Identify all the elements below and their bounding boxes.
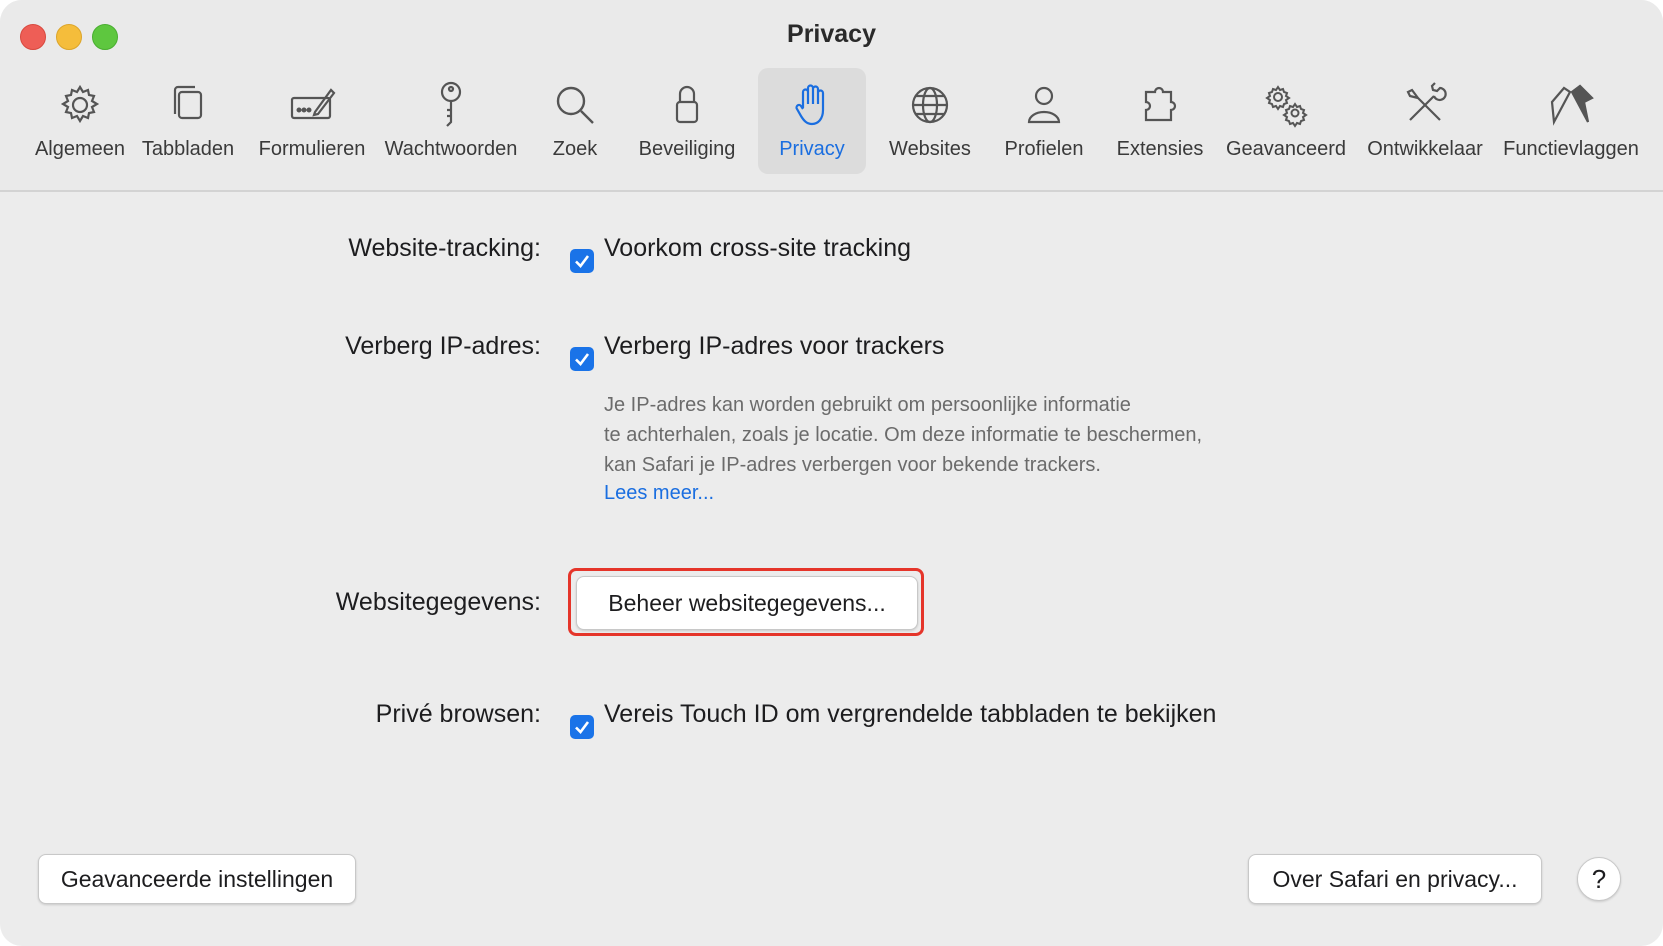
tab-label: Algemeen — [34, 138, 126, 160]
website-tracking-label: Website-tracking: — [348, 234, 541, 262]
checkmark-icon — [575, 255, 590, 268]
tab-label: Extensies — [1116, 138, 1204, 160]
flags-icon — [1544, 78, 1598, 132]
search-icon — [548, 78, 602, 132]
tab-beveiliging[interactable]: Beveiliging — [632, 68, 742, 174]
require-touch-id-checkbox[interactable] — [570, 715, 594, 739]
tab-geavanceerd[interactable]: Geavanceerd — [1226, 68, 1346, 174]
tab-label: Profielen — [1004, 138, 1084, 160]
hide-ip-checkbox[interactable] — [570, 347, 594, 371]
puzzle-icon — [1133, 78, 1187, 132]
titlebar: Privacy Algemeen Tabbladen Formulieren W… — [0, 0, 1663, 192]
tab-wachtwoorden[interactable]: Wachtwoorden — [380, 68, 522, 174]
help-button[interactable]: ? — [1577, 857, 1621, 901]
tab-algemeen[interactable]: Algemeen — [30, 68, 130, 174]
tab-ontwikkelaar[interactable]: Ontwikkelaar — [1362, 68, 1488, 174]
gear-icon — [53, 78, 107, 132]
tab-label: Functievlaggen — [1503, 138, 1639, 160]
lock-icon — [660, 78, 714, 132]
website-data-label: Websitegegevens: — [335, 588, 541, 616]
hide-ip-text: Verberg IP-adres voor trackers — [604, 332, 945, 360]
tab-label: Tabbladen — [141, 138, 235, 160]
person-icon — [1017, 78, 1071, 132]
manage-website-data-button[interactable]: Beheer websitegegevens... — [576, 576, 918, 630]
hand-icon — [785, 78, 839, 132]
description-line: kan Safari je IP-adres verbergen voor be… — [604, 454, 1101, 476]
tab-privacy[interactable]: Privacy — [758, 68, 866, 174]
window-title: Privacy — [787, 20, 876, 48]
gears-icon — [1259, 78, 1313, 132]
tab-label: Formulieren — [258, 138, 366, 160]
tab-label: Beveiliging — [638, 138, 736, 160]
hide-ip-label: Verberg IP-adres: — [345, 332, 541, 360]
settings-window: Privacy Algemeen Tabbladen Formulieren W… — [0, 0, 1663, 946]
tab-functievlaggen[interactable]: Functievlaggen — [1500, 68, 1642, 174]
key-icon — [424, 78, 478, 132]
tab-websites[interactable]: Websites — [882, 68, 978, 174]
learn-more-link[interactable]: Lees meer... — [604, 482, 714, 505]
private-browsing-label: Privé browsen: — [375, 700, 541, 728]
privacy-pane: Website-tracking: Voorkom cross-site tra… — [0, 192, 1663, 946]
hide-ip-description: Je IP-adres kan worden gebruikt om perso… — [604, 390, 1202, 480]
tab-label: Privacy — [779, 138, 845, 160]
prevent-cross-site-tracking-checkbox[interactable] — [570, 249, 594, 273]
advanced-settings-button[interactable]: Geavanceerde instellingen — [38, 854, 356, 904]
tab-label: Websites — [889, 138, 971, 160]
tab-formulieren[interactable]: Formulieren — [252, 68, 372, 174]
tab-label: Wachtwoorden — [384, 138, 518, 160]
tab-profielen[interactable]: Profielen — [996, 68, 1092, 174]
tab-extensies[interactable]: Extensies — [1112, 68, 1208, 174]
tab-label: Ontwikkelaar — [1367, 138, 1483, 160]
checkmark-icon — [575, 353, 590, 366]
tab-tabbladen[interactable]: Tabbladen — [136, 68, 240, 174]
preferences-toolbar: Algemeen Tabbladen Formulieren Wachtwoor… — [0, 68, 1663, 176]
form-icon — [285, 78, 339, 132]
tab-label: Geavanceerd — [1225, 138, 1347, 160]
require-touch-id-text: Vereis Touch ID om vergrendelde tabblade… — [604, 700, 1217, 728]
tab-zoek[interactable]: Zoek — [540, 68, 610, 174]
prevent-cross-site-tracking-text: Voorkom cross-site tracking — [604, 234, 912, 262]
about-safari-privacy-button[interactable]: Over Safari en privacy... — [1248, 854, 1542, 904]
checkmark-icon — [575, 721, 590, 734]
description-line: Je IP-adres kan worden gebruikt om perso… — [604, 394, 1131, 416]
globe-icon — [903, 78, 957, 132]
tab-label: Zoek — [552, 138, 598, 160]
tabs-icon — [161, 78, 215, 132]
tools-icon — [1398, 78, 1452, 132]
description-line: te achterhalen, zoals je locatie. Om dez… — [604, 424, 1203, 446]
